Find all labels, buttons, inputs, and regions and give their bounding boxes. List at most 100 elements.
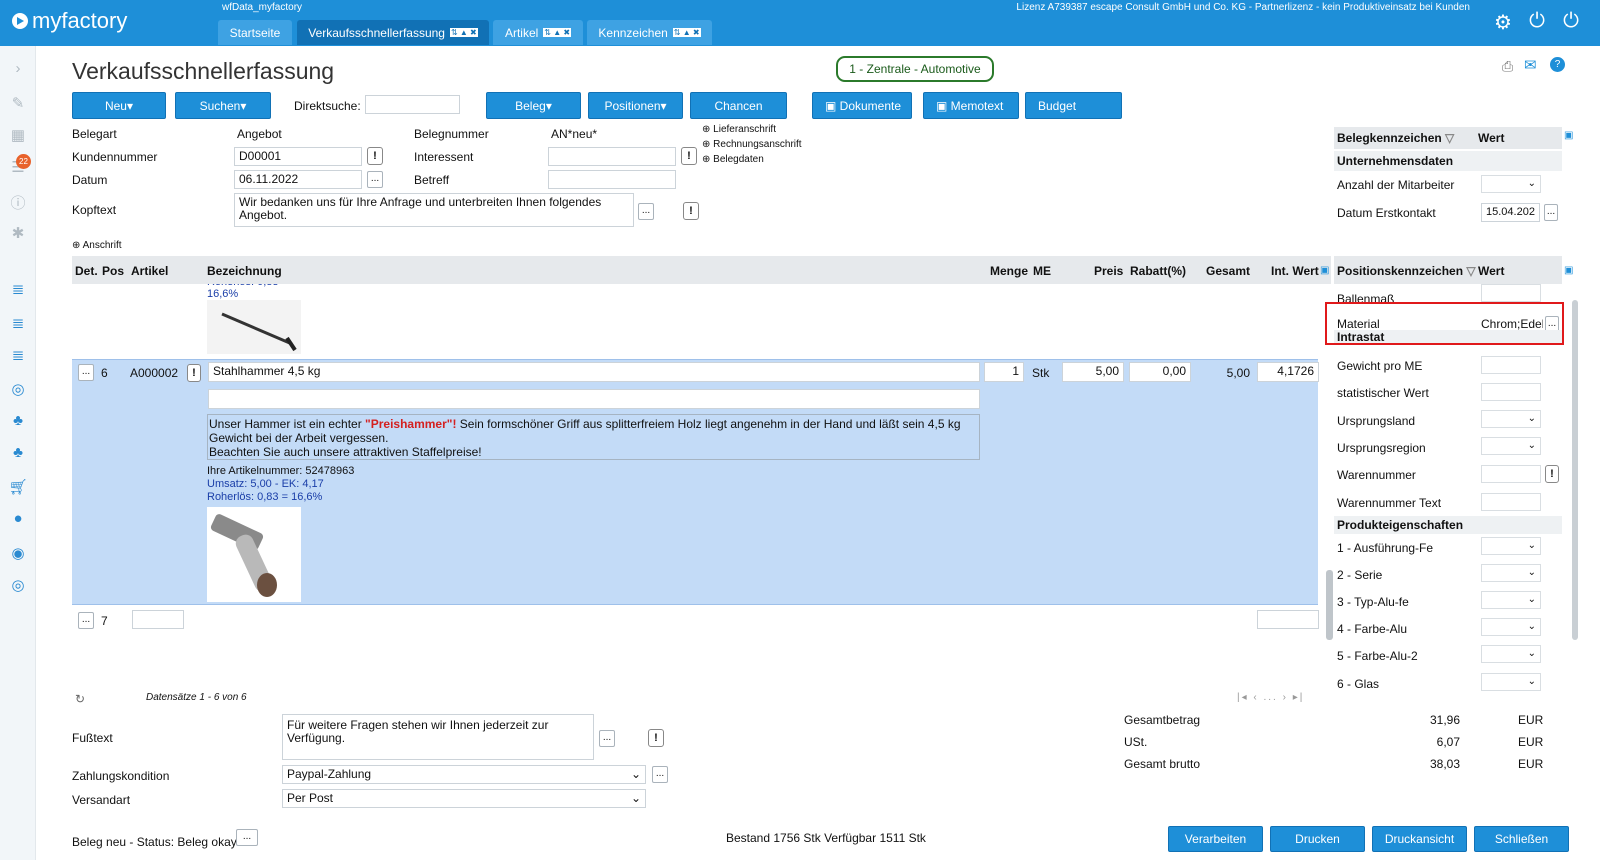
fusstext-info-button[interactable]: ! [648,729,664,747]
row-bezeichnung-input[interactable]: Stahlhammer 4,5 kg [208,362,980,382]
filter-icon[interactable]: ▽ [1442,131,1454,145]
status-more-button[interactable]: ... [236,829,258,846]
erstkontakt-input[interactable]: 15.04.202 [1481,203,1540,222]
fusstext-more-button[interactable]: ... [599,730,615,747]
datum-picker-button[interactable]: ... [367,171,383,188]
kopftext-more-button[interactable]: ... [638,203,654,220]
newrow-detail-button[interactable]: ... [78,612,94,629]
suchen-button[interactable]: Suchen ▾ [175,92,271,119]
kopftext-info-button[interactable]: ! [683,202,699,220]
datum-input[interactable]: 06.11.2022 [234,170,362,189]
pk-warennummer-input[interactable] [1481,465,1541,483]
beleg-button[interactable]: Beleg ▾ [486,92,581,119]
eraser-icon[interactable]: ✎ [8,94,28,112]
calendar-icon[interactable]: ▦ [8,126,28,144]
direktsuche-input[interactable] [365,95,460,114]
col-gesamt[interactable]: Gesamt [1206,264,1250,278]
kunde-info-button[interactable]: ! [367,147,383,165]
col-preis[interactable]: Preis [1094,264,1123,278]
database-icon[interactable]: ≣ [8,314,28,332]
mail-icon[interactable]: ✉ [1524,56,1537,74]
kundennummer-input[interactable]: D00001 [234,147,362,166]
drucken-button[interactable]: Drucken [1270,826,1365,852]
row-detail-button[interactable]: ... [78,364,94,381]
interessent-info-button[interactable]: ! [681,147,697,165]
row-artikel[interactable]: A000002 [130,366,178,380]
pk-gewicht-input[interactable] [1481,356,1541,374]
power-user-icon[interactable]: ⏻ [1558,10,1584,33]
row-description-text[interactable]: Unser Hammer ist ein echter "Preishammer… [207,414,980,460]
pk-warennummertext-input[interactable] [1481,493,1541,511]
lieferanschrift-link[interactable]: ⊕ Lieferanschrift [702,122,802,137]
database-icon[interactable]: ≣ [8,346,28,364]
kopftext-textarea[interactable]: Wir bedanken uns für Ihre Anfrage und un… [234,193,634,227]
grid-scrollbar[interactable] [1326,570,1333,640]
info-icon[interactable]: ⓘ [8,192,28,212]
neu-button[interactable]: Neu ▾ [72,92,166,119]
row-artikel-info-button[interactable]: ! [187,364,201,382]
pk-glas-select[interactable]: ⌄ [1481,673,1541,691]
newrow-intwert-input[interactable] [1257,610,1319,629]
tab-controls-icon[interactable]: ⇅ ▲ ✖ [449,28,478,37]
tab-startseite[interactable]: Startseite [218,20,292,45]
mitarbeiter-select[interactable]: ⌄ [1481,175,1541,193]
interessent-input[interactable] [548,147,676,166]
anschrift-link[interactable]: ⊕ Anschrift [72,240,122,251]
pk-ballenmass-input[interactable] [1481,284,1541,302]
help-icon[interactable]: ? [1550,57,1565,72]
row-intwert-input[interactable]: 4,1726 [1257,362,1319,382]
app-logo[interactable]: myfactory [12,8,127,34]
print-icon[interactable]: ⎙ [1502,58,1513,75]
col-bezeichnung[interactable]: Bezeichnung [207,264,282,278]
panel-scrollbar[interactable] [1572,300,1578,640]
col-rabatt[interactable]: Rabatt(%) [1130,264,1186,278]
budget-button[interactable]: Budget [1025,92,1122,119]
chart-icon[interactable]: ◉ [8,544,28,562]
tab-controls-icon[interactable]: ⇅ ▲ ✖ [543,28,572,37]
row-preis-input[interactable]: 5,00 [1062,362,1124,382]
tab-kennzeichen[interactable]: Kennzeichen ⇅ ▲ ✖ [587,20,712,45]
pk-farbe2-select[interactable]: ⌄ [1481,645,1541,663]
pk-ursprungsregion-select[interactable]: ⌄ [1481,437,1541,455]
betreff-input[interactable] [548,170,676,189]
pk-ausfuehrung-select[interactable]: ⌄ [1481,537,1541,555]
row-rabatt-input[interactable]: 0,00 [1129,362,1191,382]
expand-icon[interactable]: › [8,60,28,78]
database-icon[interactable]: ≣ [8,280,28,298]
chancen-button[interactable]: Chancen [690,92,787,119]
gear-icon[interactable]: ⚙ [1490,10,1516,35]
coins-icon[interactable]: ◎ [8,380,28,398]
pk-farbe-select[interactable]: ⌄ [1481,618,1541,636]
zahlungskondition-select[interactable]: Paypal-Zahlung ⌄ [282,765,646,784]
positionen-button[interactable]: Positionen ▾ [588,92,683,119]
col-det[interactable]: Det. [75,264,98,278]
asterisk-icon[interactable]: ✱ [8,224,28,242]
tab-verkaufsschnellerfassung[interactable]: Verkaufsschnellerfassung ⇅ ▲ ✖ [297,20,489,45]
pk-ursprungsland-select[interactable]: ⌄ [1481,410,1541,428]
dokumente-button[interactable]: ▣ Dokumente [812,92,912,119]
column-config-icon[interactable]: ▣ [1564,130,1573,141]
tab-controls-icon[interactable]: ⇅ ▲ ✖ [672,28,701,37]
plant-icon[interactable]: ♣ [8,412,28,430]
tab-artikel[interactable]: Artikel ⇅ ▲ ✖ [493,20,583,45]
cart-icon[interactable]: 🛒︎ [8,478,28,496]
pk-typ-select[interactable]: ⌄ [1481,591,1541,609]
fusstext-textarea[interactable]: Für weitere Fragen stehen wir Ihnen jede… [282,714,594,760]
pk-statwert-input[interactable] [1481,383,1541,401]
newrow-artikel-input[interactable] [132,610,184,629]
zahlungskondition-more-button[interactable]: ... [652,766,668,783]
versandart-select[interactable]: Per Post ⌄ [282,789,646,808]
plant-icon[interactable]: ♣ [8,444,28,462]
column-config-icon[interactable]: ▣ [1320,265,1329,276]
pager-controls[interactable]: |◂ ‹ ... › ▸| [1237,692,1304,703]
refresh-icon[interactable]: ↻ [75,692,85,706]
filter-icon[interactable]: ▽ [1463,264,1475,278]
col-pos[interactable]: Pos [102,264,124,278]
col-artikel[interactable]: Artikel [131,264,168,278]
erstkontakt-picker-button[interactable]: ... [1544,204,1558,221]
col-menge[interactable]: Menge [990,264,1028,278]
power-icon[interactable]: ⏻ [1524,10,1550,33]
pk-warennummer-info-button[interactable]: ! [1545,465,1559,483]
druckansicht-button[interactable]: Druckansicht [1372,826,1467,852]
org-badge[interactable]: 1 - Zentrale - Automotive [836,56,994,82]
